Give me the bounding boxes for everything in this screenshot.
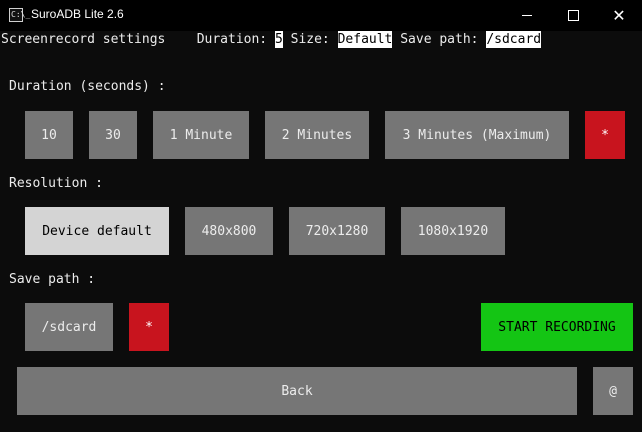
maximize-icon <box>567 10 579 21</box>
start-recording-button[interactable]: START RECORDING <box>481 303 633 351</box>
resolution-720x1280-button[interactable]: 720x1280 <box>289 207 385 255</box>
save-path-section-label: Save path : <box>9 272 96 287</box>
status-duration-value: 5 <box>274 31 283 48</box>
status-path-value: /sdcard <box>486 31 542 48</box>
console-app-icon: C:\_ <box>9 8 30 22</box>
duration-section-label: Duration (seconds) : <box>9 79 166 94</box>
resolution-device-default-button[interactable]: Device default <box>25 207 169 255</box>
title-bar[interactable]: C:\_ SuroADB Lite 2.6 ✕ <box>0 0 642 31</box>
status-size-value: Default <box>337 31 393 48</box>
minimize-button[interactable] <box>504 0 550 31</box>
settings-status-line: Screenrecord settings Duration: 5 Size: … <box>1 31 542 49</box>
at-button[interactable]: @ <box>593 367 633 415</box>
window-title: SuroADB Lite 2.6 <box>31 7 124 21</box>
save-path-sdcard-button[interactable]: /sdcard <box>25 303 113 351</box>
resolution-480x800-button[interactable]: 480x800 <box>185 207 273 255</box>
custom-save-path-button[interactable]: * <box>129 303 169 351</box>
close-icon: ✕ <box>612 5 626 25</box>
status-size-label: Size: <box>290 32 330 47</box>
duration-1-minute-button[interactable]: 1 Minute <box>153 111 249 159</box>
close-button[interactable]: ✕ <box>596 0 642 31</box>
status-heading: Screenrecord settings <box>1 32 166 47</box>
back-button[interactable]: Back <box>17 367 577 415</box>
minimize-icon <box>522 15 532 16</box>
custom-duration-button[interactable]: * <box>585 111 625 159</box>
status-duration-label: Duration: <box>196 32 268 47</box>
resolution-1080x1920-button[interactable]: 1080x1920 <box>401 207 505 255</box>
duration-2-minutes-button[interactable]: 2 Minutes <box>265 111 369 159</box>
duration-3-minutes-button[interactable]: 3 Minutes (Maximum) <box>385 111 569 159</box>
duration-30-button[interactable]: 30 <box>89 111 137 159</box>
maximize-button[interactable] <box>550 0 596 31</box>
status-path-label: Save path: <box>400 32 479 47</box>
duration-10-button[interactable]: 10 <box>25 111 73 159</box>
resolution-section-label: Resolution : <box>9 176 103 191</box>
